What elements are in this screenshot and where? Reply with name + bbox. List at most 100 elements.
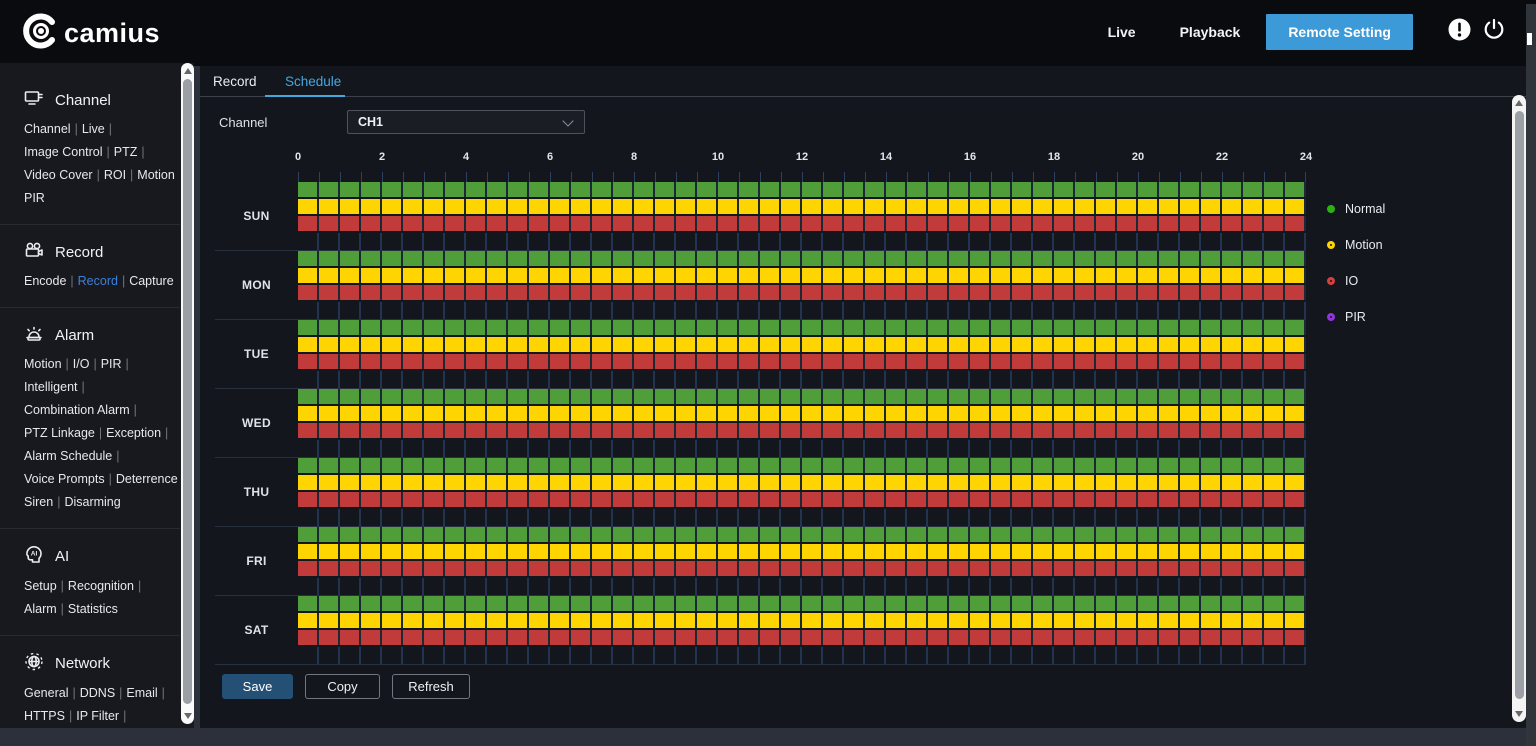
sidebar-section-title-record[interactable]: Record	[24, 241, 174, 263]
schedule-track-tue-motion[interactable]	[298, 337, 1306, 352]
main-scrollbar-thumb[interactable]	[1515, 111, 1524, 699]
sidebar-item-ptz-linkage[interactable]: PTZ Linkage	[24, 426, 95, 440]
power-icon[interactable]	[1482, 17, 1506, 46]
sidebar-section-title-alarm[interactable]: Alarm	[24, 324, 174, 346]
schedule-track-thu-pir[interactable]	[298, 509, 1306, 526]
schedule-track-thu-normal[interactable]	[298, 458, 1306, 473]
sidebar-item-setup[interactable]: Setup	[24, 579, 57, 593]
schedule-track-mon-pir[interactable]	[298, 302, 1306, 319]
sidebar-item-ip-filter[interactable]: IP Filter	[76, 709, 119, 723]
sidebar-menu-line: Alarm Schedule|	[24, 449, 174, 464]
sidebar-item-disarming[interactable]: Disarming	[64, 495, 120, 509]
schedule-track-sun-pir[interactable]	[298, 233, 1306, 250]
schedule-grid[interactable]: 024681012141618202224SUNMONTUEWEDTHUFRIS…	[215, 150, 1306, 665]
sidebar-item-email[interactable]: Email	[126, 686, 157, 700]
sidebar-item-recognition[interactable]: Recognition	[68, 579, 134, 593]
schedule-track-fri-motion[interactable]	[298, 544, 1306, 559]
sidebar-item-roi[interactable]: ROI	[104, 168, 126, 182]
sidebar-item-deterrence[interactable]: Deterrence	[116, 472, 178, 486]
copy-button[interactable]: Copy	[305, 674, 380, 699]
sidebar-item-exception[interactable]: Exception	[106, 426, 161, 440]
schedule-track-wed-pir[interactable]	[298, 440, 1306, 457]
sidebar-item-video-cover[interactable]: Video Cover	[24, 168, 93, 182]
grid-cell-lines	[298, 389, 1306, 404]
schedule-track-sun-normal[interactable]	[298, 182, 1306, 197]
sidebar-item-ptz[interactable]: PTZ	[114, 145, 138, 159]
schedule-track-thu-motion[interactable]	[298, 475, 1306, 490]
schedule-track-wed-normal[interactable]	[298, 389, 1306, 404]
legend-radio-normal[interactable]: Normal	[1327, 202, 1385, 216]
sidebar-item-motion[interactable]: Motion	[137, 168, 175, 182]
schedule-track-fri-pir[interactable]	[298, 578, 1306, 595]
sidebar-item-combination-alarm[interactable]: Combination Alarm	[24, 403, 130, 417]
sidebar-item-capture[interactable]: Capture	[129, 274, 173, 288]
sidebar-section-label: AI	[55, 548, 69, 565]
sidebar-item-voice-prompts[interactable]: Voice Prompts	[24, 472, 105, 486]
schedule-track-sat-pir[interactable]	[298, 647, 1306, 664]
sidebar-item-alarm-schedule[interactable]: Alarm Schedule	[24, 449, 112, 463]
schedule-track-fri-normal[interactable]	[298, 527, 1306, 542]
sidebar-item-motion[interactable]: Motion	[24, 357, 62, 371]
nav-item-remote-setting[interactable]: Remote Setting	[1266, 14, 1413, 50]
sidebar-item-ddns[interactable]: DDNS	[80, 686, 115, 700]
schedule-track-mon-normal[interactable]	[298, 251, 1306, 266]
schedule-track-tue-io[interactable]	[298, 354, 1306, 369]
sidebar-item-pir[interactable]: PIR	[24, 191, 45, 205]
scroll-down-arrow-icon[interactable]	[184, 713, 192, 719]
sidebar-item-siren[interactable]: Siren	[24, 495, 53, 509]
sidebar-scrollbar[interactable]	[181, 63, 194, 724]
time-tick-label: 12	[796, 151, 808, 163]
schedule-track-mon-io[interactable]	[298, 285, 1306, 300]
time-tick-label: 18	[1048, 151, 1060, 163]
sidebar-item-live[interactable]: Live	[82, 122, 105, 136]
schedule-track-wed-io[interactable]	[298, 423, 1306, 438]
tab-record[interactable]: Record	[213, 74, 257, 89]
legend-radio-motion[interactable]: Motion	[1327, 238, 1385, 252]
save-button[interactable]: Save	[222, 674, 293, 699]
sidebar-section-label: Alarm	[55, 327, 94, 344]
legend-radio-io[interactable]: IO	[1327, 274, 1385, 288]
alert-icon[interactable]	[1447, 17, 1472, 47]
main-scrollbar[interactable]	[1512, 95, 1526, 722]
sidebar-item-record[interactable]: Record	[78, 274, 118, 288]
sidebar-section-title-ai[interactable]: AIAI	[24, 545, 174, 568]
schedule-track-fri-io[interactable]	[298, 561, 1306, 576]
nav-item-playback[interactable]: Playback	[1162, 14, 1259, 50]
sidebar-item-i-o[interactable]: I/O	[73, 357, 90, 371]
main-scroll-down-icon[interactable]	[1515, 711, 1523, 717]
sidebar-item-alarm[interactable]: Alarm	[24, 602, 57, 616]
schedule-track-tue-pir[interactable]	[298, 371, 1306, 388]
page-scrollbar-notch[interactable]	[1527, 33, 1532, 45]
action-buttons: Save Copy Refresh	[222, 674, 470, 699]
sidebar-item-intelligent[interactable]: Intelligent	[24, 380, 78, 394]
scroll-up-arrow-icon[interactable]	[184, 68, 192, 74]
schedule-track-mon-motion[interactable]	[298, 268, 1306, 283]
sidebar-scrollbar-thumb[interactable]	[183, 79, 192, 704]
sidebar-item-encode[interactable]: Encode	[24, 274, 66, 288]
sidebar-item-https[interactable]: HTTPS	[24, 709, 65, 723]
refresh-button[interactable]: Refresh	[392, 674, 470, 699]
schedule-track-sat-io[interactable]	[298, 630, 1306, 645]
tab-schedule[interactable]: Schedule	[285, 74, 341, 89]
item-separator: |	[78, 380, 89, 394]
schedule-track-sun-io[interactable]	[298, 216, 1306, 231]
nav-item-live[interactable]: Live	[1090, 14, 1154, 50]
main-scroll-up-icon[interactable]	[1515, 100, 1523, 106]
schedule-track-sun-motion[interactable]	[298, 199, 1306, 214]
grid-cell-lines	[298, 423, 1306, 438]
schedule-track-tue-normal[interactable]	[298, 320, 1306, 335]
item-separator: |	[119, 709, 130, 723]
sidebar-item-channel[interactable]: Channel	[24, 122, 71, 136]
sidebar-section-title-channel[interactable]: Channel	[24, 89, 174, 111]
sidebar-item-general[interactable]: General	[24, 686, 68, 700]
sidebar-item-image-control[interactable]: Image Control	[24, 145, 103, 159]
schedule-track-sat-motion[interactable]	[298, 613, 1306, 628]
schedule-track-wed-motion[interactable]	[298, 406, 1306, 421]
sidebar-section-title-network[interactable]: Network	[24, 652, 174, 675]
legend-radio-pir[interactable]: PIR	[1327, 310, 1385, 324]
schedule-track-sat-normal[interactable]	[298, 596, 1306, 611]
sidebar-item-pir[interactable]: PIR	[101, 357, 122, 371]
channel-select[interactable]: CH1	[347, 110, 585, 134]
schedule-track-thu-io[interactable]	[298, 492, 1306, 507]
sidebar-item-statistics[interactable]: Statistics	[68, 602, 118, 616]
